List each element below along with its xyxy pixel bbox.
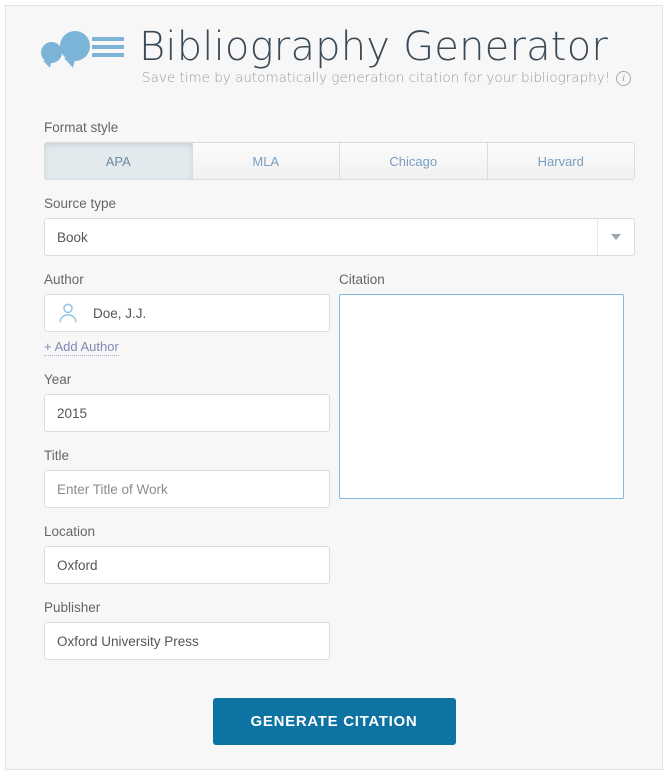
- publisher-block: Publisher: [44, 600, 332, 660]
- citation-form: Format style APA MLA Chicago Harvard Sou…: [6, 98, 662, 745]
- location-input[interactable]: [44, 546, 330, 584]
- location-block: Location: [44, 524, 332, 584]
- year-input[interactable]: [44, 394, 330, 432]
- title-block: Title: [44, 448, 332, 508]
- fields-columns: Author + Add Author Year: [44, 256, 624, 676]
- source-type-block: Source type Book: [44, 180, 635, 256]
- tab-mla[interactable]: MLA: [192, 143, 340, 179]
- info-circle-icon[interactable]: i: [616, 70, 632, 86]
- format-style-block: Format style APA MLA Chicago Harvard: [44, 98, 635, 180]
- tab-apa[interactable]: APA: [45, 143, 193, 179]
- speech-bubble-small-icon: [41, 42, 62, 63]
- bibliography-generator-card: Bibliography Generator Save time by auto…: [5, 5, 663, 770]
- author-block: Author + Add Author: [44, 272, 332, 356]
- title-label: Title: [44, 448, 70, 463]
- actions-row: GENERATE CITATION: [44, 676, 624, 745]
- location-label: Location: [44, 524, 96, 539]
- citation-block: Citation: [339, 272, 624, 504]
- title-input[interactable]: [44, 470, 330, 508]
- author-input-wrap: [44, 294, 330, 332]
- format-style-tabs: APA MLA Chicago Harvard: [44, 142, 635, 180]
- tab-chicago[interactable]: Chicago: [340, 143, 488, 179]
- page-subtitle: Save time by automatically generation ci…: [142, 70, 611, 86]
- citation-output-textarea[interactable]: [339, 294, 624, 499]
- tab-harvard[interactable]: Harvard: [487, 143, 634, 179]
- left-column: Author + Add Author Year: [44, 272, 332, 676]
- chevron-down-icon[interactable]: [597, 219, 634, 255]
- add-author-link[interactable]: + Add Author: [44, 339, 119, 356]
- page-title: Bibliography Generator: [139, 24, 609, 70]
- generate-citation-button[interactable]: GENERATE CITATION: [212, 698, 456, 745]
- speech-bubble-large-icon: [60, 31, 90, 61]
- tagline-row: Save time by automatically generation ci…: [142, 70, 632, 86]
- app-logo-icon: [37, 28, 124, 68]
- publisher-label: Publisher: [44, 600, 101, 615]
- publisher-input[interactable]: [44, 622, 330, 660]
- format-style-label: Format style: [44, 120, 119, 135]
- right-column: Citation: [339, 272, 624, 676]
- source-type-select[interactable]: Book: [44, 218, 635, 256]
- year-block: Year: [44, 372, 332, 432]
- author-label: Author: [44, 272, 84, 287]
- logo-lines-icon: [92, 37, 124, 61]
- source-type-value: Book: [57, 229, 88, 245]
- app-header: Bibliography Generator Save time by auto…: [6, 6, 662, 98]
- citation-label: Citation: [339, 272, 385, 287]
- author-input[interactable]: [44, 294, 330, 332]
- year-label: Year: [44, 372, 72, 387]
- source-type-label: Source type: [44, 196, 117, 211]
